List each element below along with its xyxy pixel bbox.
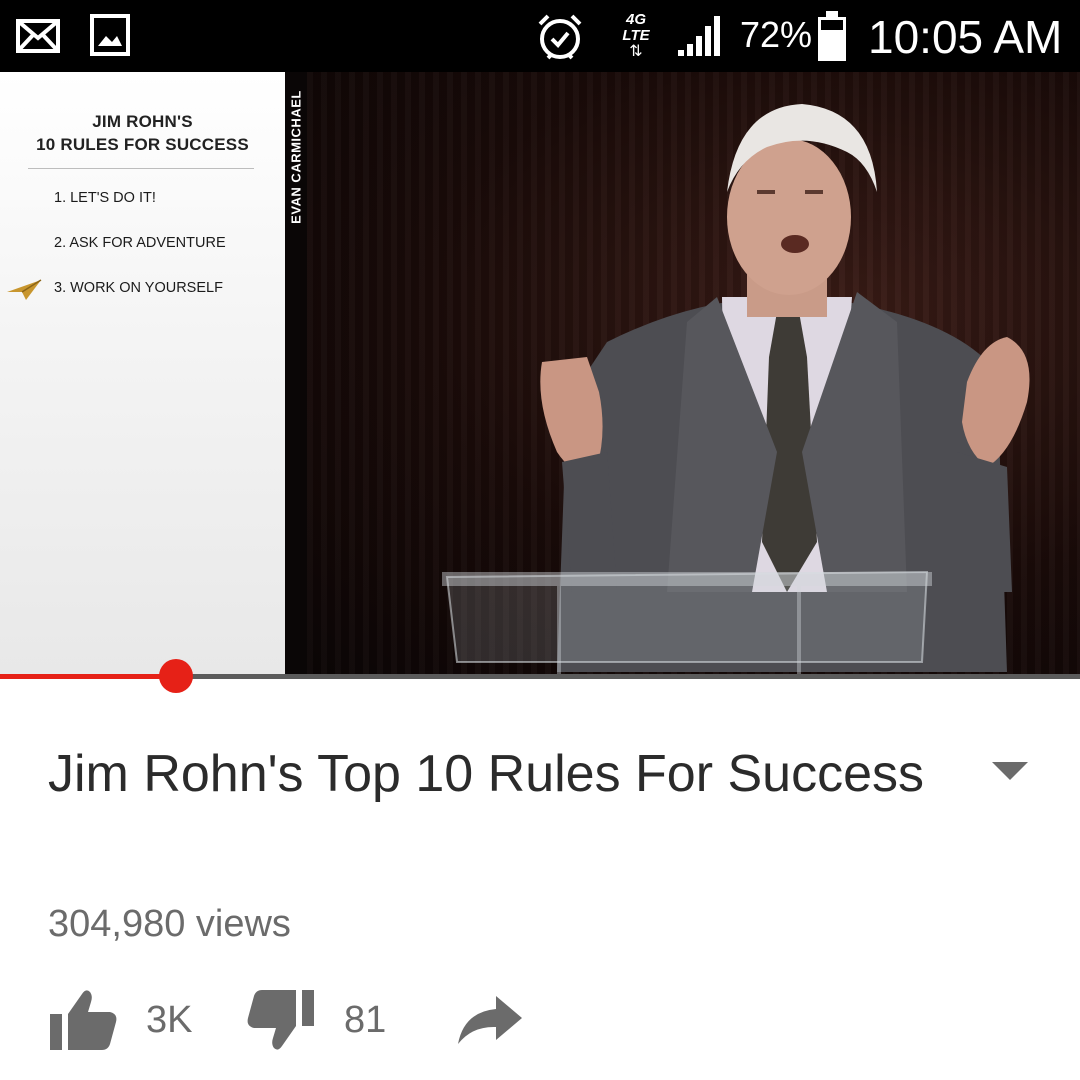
network-label: 4G LTE — [622, 11, 650, 44]
alarm-icon — [534, 10, 586, 62]
video-title: Jim Rohn's Top 10 Rules For Success — [48, 745, 925, 803]
speaker-figure — [442, 104, 1030, 678]
like-count: 3K — [146, 998, 193, 1041]
share-button[interactable] — [456, 980, 524, 1060]
panel-title-line1: JIM ROHN'S — [92, 112, 193, 131]
progress-fill — [0, 674, 176, 679]
channel-credit: EVAN CARMICHAEL — [285, 72, 307, 242]
thumbs-down-icon — [246, 988, 316, 1052]
video-frame — [307, 72, 1080, 678]
network-4g-lte-icon: 4G LTE ⇅ — [616, 8, 656, 64]
panel-divider — [28, 168, 254, 169]
signal-icon — [676, 14, 724, 58]
status-bar: 4G LTE ⇅ 72% 10:05 AM — [0, 0, 1080, 72]
video-player[interactable]: JIM ROHN'S 10 RULES FOR SUCCESS 1. LET'S… — [0, 72, 1080, 678]
data-transfer-arrows: ⇅ — [629, 43, 643, 60]
paper-plane-icon — [6, 278, 42, 302]
thumbs-up-icon — [48, 988, 118, 1052]
battery-icon — [816, 10, 848, 62]
dislike-count: 81 — [344, 998, 387, 1041]
channel-credit-text: EVAN CARMICHAEL — [288, 90, 304, 224]
rule-item: 1. LET'S DO IT! — [54, 190, 156, 206]
rule-item-current: 3. WORK ON YOURSELF — [54, 280, 223, 296]
rule-item: 2. ASK FOR ADVENTURE — [54, 235, 226, 251]
image-icon — [90, 14, 130, 56]
view-count: 304,980 views — [48, 903, 291, 945]
clock-time: 10:05 AM — [868, 11, 1063, 63]
expand-details-icon[interactable] — [990, 760, 1030, 784]
mail-icon — [16, 18, 60, 54]
rules-panel: JIM ROHN'S 10 RULES FOR SUCCESS 1. LET'S… — [0, 72, 285, 678]
panel-title-line2: 10 RULES FOR SUCCESS — [36, 135, 249, 154]
battery-percent: 72% — [740, 14, 813, 55]
progress-scrubber-handle[interactable] — [159, 659, 193, 693]
share-arrow-icon — [456, 994, 524, 1046]
like-button[interactable]: 3K — [48, 980, 192, 1060]
dislike-button[interactable]: 81 — [246, 980, 386, 1060]
